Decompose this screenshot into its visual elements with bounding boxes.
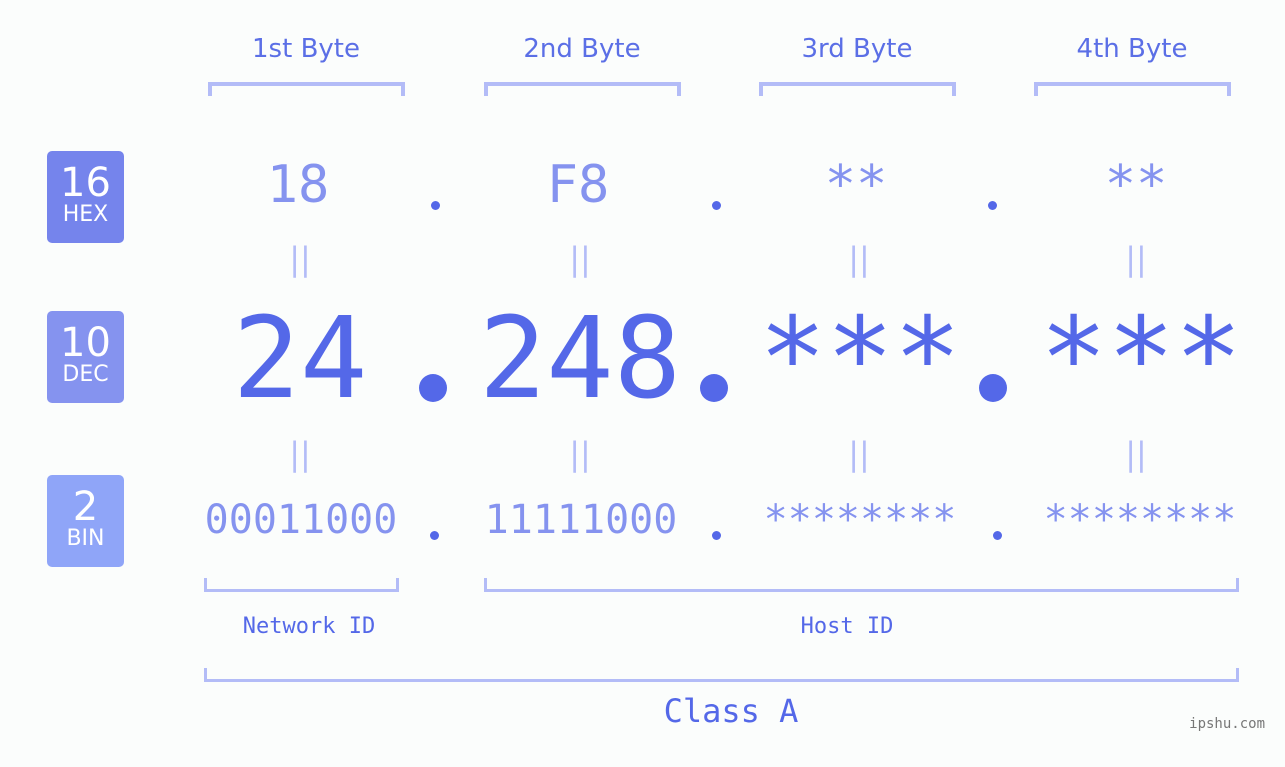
equals-icon: || (289, 435, 311, 473)
equals-icon: || (1125, 435, 1147, 473)
watermark: ipshu.com (1189, 716, 1265, 732)
byte-header-3: 3rd Byte (801, 34, 913, 64)
host-id-bracket (484, 578, 1239, 592)
dec-base-number: 10 (60, 320, 111, 366)
byte-bracket-4 (1034, 82, 1231, 96)
equals-icon: || (848, 435, 870, 473)
hex-byte-2: F8 (546, 155, 610, 215)
bin-separator-dot (430, 531, 439, 540)
byte-bracket-3 (759, 82, 956, 96)
equals-icon: || (569, 240, 591, 278)
hex-separator-dot (712, 201, 721, 210)
hex-base-label: HEX (62, 202, 109, 227)
hex-badge: 16 HEX (47, 151, 124, 243)
dec-separator-dot (700, 374, 728, 402)
hex-byte-1: 18 (266, 155, 330, 215)
equals-icon: || (569, 435, 591, 473)
hex-byte-3: ** (824, 155, 888, 215)
dec-base-label: DEC (62, 362, 109, 387)
dec-separator-dot (419, 374, 447, 402)
network-id-bracket (204, 578, 399, 592)
bin-base-number: 2 (72, 484, 99, 530)
hex-separator-dot (431, 201, 440, 210)
bin-badge: 2 BIN (47, 475, 124, 567)
dec-badge: 10 DEC (47, 311, 124, 403)
byte-header-4: 4th Byte (1076, 34, 1188, 64)
bin-separator-dot (712, 531, 721, 540)
class-label: Class A (663, 692, 799, 730)
bin-separator-dot (993, 531, 1002, 540)
byte-header-2: 2nd Byte (523, 34, 641, 64)
hex-separator-dot (988, 201, 997, 210)
network-id-label: Network ID (242, 614, 376, 639)
dec-byte-3: *** (758, 294, 962, 424)
equals-icon: || (1125, 240, 1147, 278)
bin-byte-1: 00011000 (204, 497, 398, 543)
bin-byte-4: ******** (1043, 497, 1237, 543)
byte-bracket-2 (484, 82, 681, 96)
bin-byte-2: 11111000 (484, 497, 678, 543)
equals-icon: || (289, 240, 311, 278)
dec-byte-4: *** (1039, 294, 1243, 424)
dec-byte-2: 248 (478, 294, 682, 424)
byte-header-1: 1st Byte (252, 34, 360, 64)
hex-base-number: 16 (60, 160, 111, 206)
hex-byte-4: ** (1104, 155, 1168, 215)
host-id-label: Host ID (800, 614, 894, 639)
bin-byte-3: ******** (763, 497, 957, 543)
dec-byte-1: 24 (232, 294, 368, 424)
class-bracket (204, 668, 1239, 682)
dec-separator-dot (979, 374, 1007, 402)
equals-icon: || (848, 240, 870, 278)
bin-base-label: BIN (66, 526, 105, 551)
byte-bracket-1 (208, 82, 405, 96)
